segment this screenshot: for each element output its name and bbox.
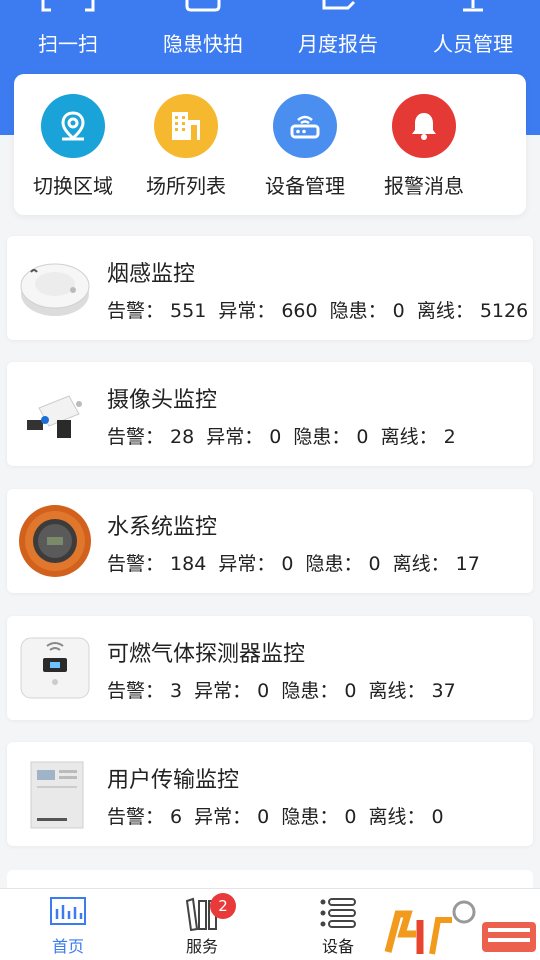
monitor-title: 水系统监控	[107, 515, 218, 540]
smoke-monitor-card[interactable]: 烟感监控 告警： 551 异常： 660 隐患： 0 离线： 5126	[7, 236, 533, 340]
monitor-title: 用户传输监控	[107, 768, 240, 793]
hazard-label: 隐患：	[305, 553, 363, 575]
tab-service[interactable]: 2 服务	[152, 889, 252, 960]
hazard-snapshot-label: 隐患快拍	[163, 32, 243, 56]
smoke-detector-image	[20, 263, 90, 316]
hazard-count: 0	[344, 680, 357, 702]
quick-menu-card: 切换区域 场所列表 设备管理 报警消息	[14, 74, 526, 215]
monitor-stats: 告警： 3 异常： 0 隐患： 0 离线： 37	[107, 676, 462, 703]
gas-monitor-card[interactable]: 可燃气体探测器监控 告警： 3 异常： 0 隐患： 0 离线： 37	[7, 616, 533, 720]
scan-button[interactable]: 扫一扫	[18, 0, 118, 70]
water-gauge-image	[19, 505, 91, 577]
people-management-label: 人员管理	[433, 32, 513, 56]
abnormal-label: 异常：	[218, 553, 276, 575]
offline-label: 离线：	[416, 300, 474, 322]
hazard-label: 隐患：	[281, 806, 339, 828]
alarm-messages-button[interactable]: 报警消息	[369, 94, 479, 214]
chart-icon	[50, 897, 86, 925]
alarm-count: 6	[170, 806, 183, 828]
switch-area-label: 切换区域	[33, 174, 113, 198]
hazard-label: 隐患：	[281, 680, 339, 702]
alarm-count: 551	[170, 300, 207, 322]
abnormal-label: 异常：	[206, 426, 264, 448]
monitor-stats: 告警： 184 异常： 0 隐患： 0 离线： 17	[107, 549, 486, 576]
device-management-button[interactable]: 设备管理	[250, 94, 360, 214]
offline-label: 离线：	[392, 553, 450, 575]
venue-list-label: 场所列表	[146, 174, 226, 198]
alarm-count: 28	[170, 426, 195, 448]
people-icon	[463, 0, 483, 12]
watermark-logo	[384, 900, 536, 955]
camera-icon	[185, 0, 221, 12]
abnormal-count: 0	[281, 553, 294, 575]
offline-count: 0	[431, 806, 444, 828]
tab-device-label: 设备	[321, 937, 354, 956]
gas-detector-image	[20, 637, 90, 699]
abnormal-label: 异常：	[194, 680, 252, 702]
offline-count: 37	[431, 680, 456, 702]
venue-list-button[interactable]: 场所列表	[131, 94, 241, 214]
offline-label: 离线：	[380, 426, 438, 448]
people-management-button[interactable]: 人员管理	[418, 0, 528, 70]
monitor-stats: 告警： 551 异常： 660 隐患： 0 离线： 5126	[107, 296, 534, 323]
abnormal-count: 0	[269, 426, 282, 448]
monitor-title: 可燃气体探测器监控	[107, 642, 306, 667]
tab-service-label: 服务	[185, 937, 218, 956]
hazard-label: 隐患：	[329, 300, 387, 322]
camera-image	[27, 395, 82, 438]
monthly-report-label: 月度报告	[298, 32, 378, 56]
alarm-label: 告警：	[107, 300, 165, 322]
top-action-bar: 扫一扫 隐患快拍 月度报告 人员管理	[0, 0, 540, 70]
monthly-report-button[interactable]: 月度报告	[283, 0, 393, 70]
monitor-stats: 告警： 28 异常： 0 隐患： 0 离线： 2	[107, 422, 462, 449]
alarm-label: 告警：	[107, 426, 165, 448]
transmission-monitor-card[interactable]: 用户传输监控 告警： 6 异常： 0 隐患： 0 离线： 0	[7, 742, 533, 846]
abnormal-label: 异常：	[194, 806, 252, 828]
hazard-count: 0	[392, 300, 405, 322]
tab-home-label: 首页	[51, 937, 84, 956]
location-pin-icon	[41, 94, 105, 158]
bell-icon	[392, 94, 456, 158]
service-badge: 2	[210, 893, 236, 919]
tab-device[interactable]: 设备	[288, 889, 388, 960]
camera-monitor-card[interactable]: 摄像头监控 告警： 28 异常： 0 隐患： 0 离线： 2	[7, 362, 533, 466]
tab-home[interactable]: 首页	[18, 889, 118, 960]
monitor-stats: 告警： 6 异常： 0 隐患： 0 离线： 0	[107, 802, 450, 829]
report-icon	[322, 0, 356, 10]
alarm-count: 184	[170, 553, 207, 575]
scan-icon	[41, 0, 95, 12]
hazard-count: 0	[356, 426, 369, 448]
hazard-count: 0	[368, 553, 381, 575]
abnormal-count: 0	[257, 806, 270, 828]
monitor-title: 烟感监控	[107, 262, 196, 287]
alarm-label: 告警：	[107, 806, 165, 828]
abnormal-label: 异常：	[218, 300, 276, 322]
router-icon	[273, 94, 337, 158]
building-icon	[154, 94, 218, 158]
alarm-messages-label: 报警消息	[384, 174, 464, 198]
offline-label: 离线：	[368, 806, 426, 828]
switch-area-button[interactable]: 切换区域	[18, 94, 128, 214]
monitor-title: 摄像头监控	[107, 388, 218, 413]
device-management-label: 设备管理	[265, 174, 345, 198]
list-icon	[320, 898, 356, 928]
abnormal-count: 660	[281, 300, 318, 322]
hazard-label: 隐患：	[293, 426, 351, 448]
abnormal-count: 0	[257, 680, 270, 702]
alarm-label: 告警：	[107, 680, 165, 702]
offline-count: 17	[455, 553, 480, 575]
offline-count: 5126	[479, 300, 529, 322]
alarm-label: 告警：	[107, 553, 165, 575]
alarm-count: 3	[170, 680, 183, 702]
hazard-count: 0	[344, 806, 357, 828]
hazard-snapshot-button[interactable]: 隐患快拍	[148, 0, 258, 70]
transmission-device-image	[30, 761, 84, 829]
water-monitor-card[interactable]: 水系统监控 告警： 184 异常： 0 隐患： 0 离线： 17	[7, 489, 533, 593]
scan-label: 扫一扫	[38, 32, 98, 56]
offline-label: 离线：	[368, 680, 426, 702]
offline-count: 2	[443, 426, 456, 448]
